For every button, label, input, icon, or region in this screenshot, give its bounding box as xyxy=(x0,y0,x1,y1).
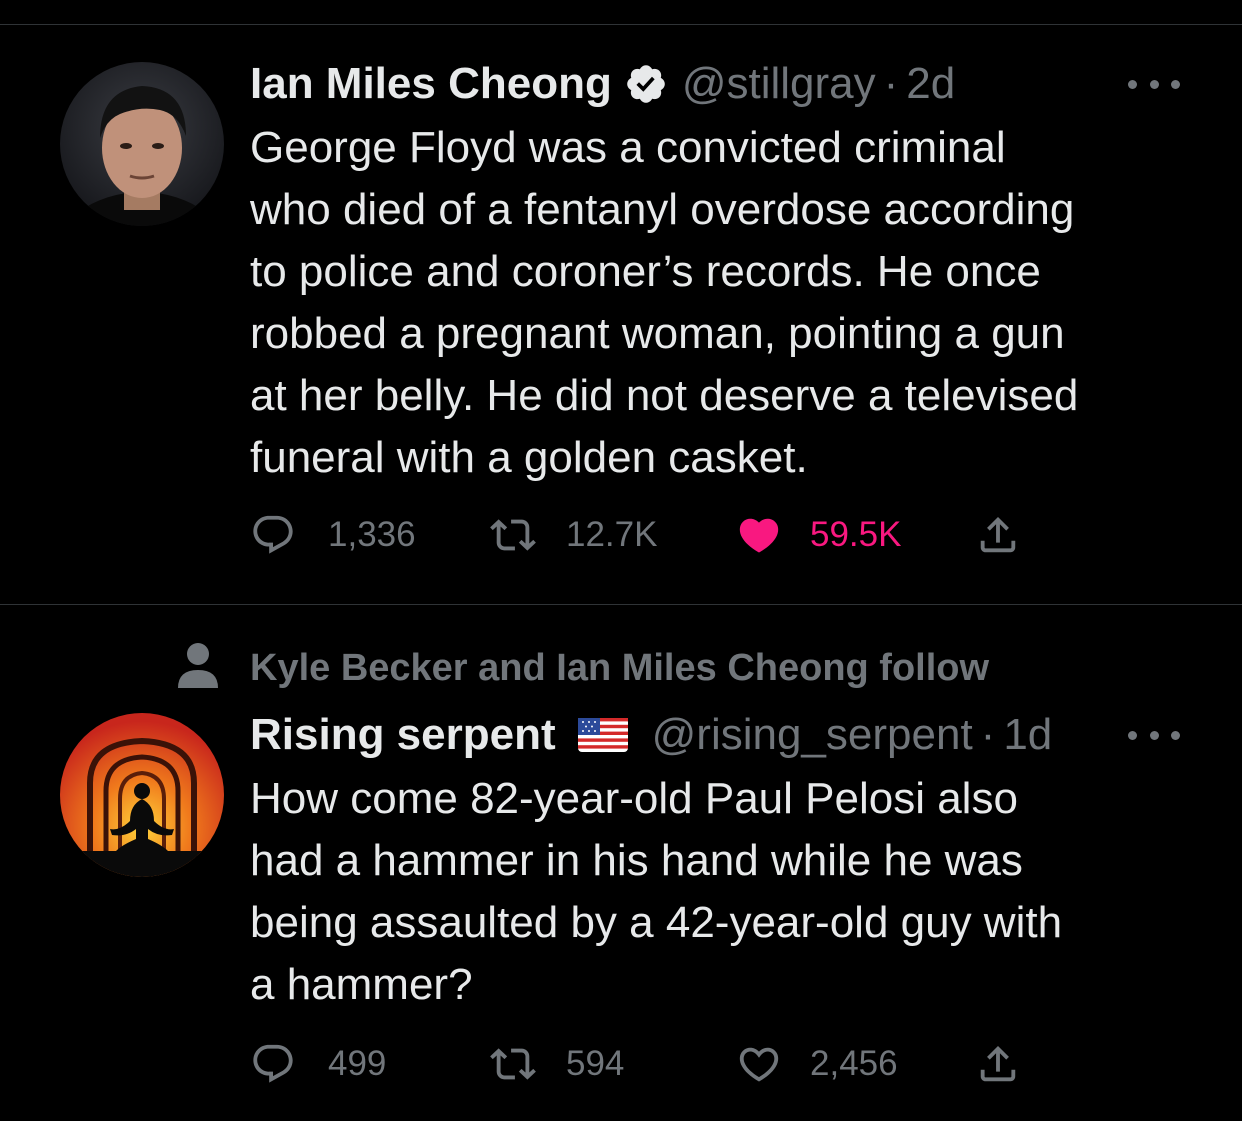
share-icon xyxy=(975,511,1021,559)
tweet-text: George Floyd was a convicted criminal wh… xyxy=(250,123,1079,482)
retweet-icon xyxy=(488,1041,538,1087)
us-flag-icon xyxy=(577,718,628,752)
tweet-text: How come 82-year-old Paul Pelosi also ha… xyxy=(250,774,1063,1009)
more-options-icon[interactable] xyxy=(1128,74,1180,94)
display-name[interactable]: Rising serpent xyxy=(250,709,556,761)
share-button[interactable] xyxy=(975,511,1021,559)
timestamp[interactable]: 2d xyxy=(906,58,955,110)
reply-count: 1,336 xyxy=(328,515,416,554)
retweet-icon xyxy=(488,512,538,558)
retweet-count: 12.7K xyxy=(566,515,658,554)
like-button[interactable]: 59.5K xyxy=(734,512,901,558)
like-count: 2,456 xyxy=(810,1044,898,1083)
avatar-rising-serpent[interactable] xyxy=(60,713,224,877)
handle[interactable]: @rising_serpent xyxy=(652,709,973,761)
retweet-button[interactable]: 594 xyxy=(488,1041,624,1087)
retweet-count: 594 xyxy=(566,1044,625,1083)
separator-dot: · xyxy=(980,710,996,759)
heart-filled-icon xyxy=(734,512,784,558)
reply-icon xyxy=(250,512,296,558)
share-icon xyxy=(975,1040,1021,1088)
timestamp[interactable]: 1d xyxy=(1003,709,1052,761)
retweet-button[interactable]: 12.7K xyxy=(488,512,657,558)
separator-dot: · xyxy=(883,59,899,108)
verified-badge-icon xyxy=(624,62,668,106)
like-button[interactable]: 2,456 xyxy=(734,1041,898,1087)
like-count: 59.5K xyxy=(810,515,902,554)
tweet-2[interactable]: Rising serpent @rising_serpent · 1d How … xyxy=(0,605,1242,1121)
tweet-header: Ian Miles Cheong @stillgray · 2d xyxy=(250,58,955,110)
reply-count: 499 xyxy=(328,1044,387,1083)
reply-icon xyxy=(250,1041,296,1087)
handle[interactable]: @stillgray xyxy=(682,58,876,110)
tweet-header: Rising serpent @rising_serpent · 1d xyxy=(250,709,1052,761)
share-button[interactable] xyxy=(975,1040,1021,1088)
tweet-1[interactable]: Ian Miles Cheong @stillgray · 2d George … xyxy=(0,0,1242,604)
more-options-icon[interactable] xyxy=(1128,725,1180,745)
heart-outline-icon xyxy=(734,1041,784,1087)
reply-button[interactable]: 1,336 xyxy=(250,512,416,558)
avatar-ian-miles-cheong[interactable] xyxy=(60,62,224,226)
display-name[interactable]: Ian Miles Cheong xyxy=(250,58,612,110)
reply-button[interactable]: 499 xyxy=(250,1041,386,1087)
